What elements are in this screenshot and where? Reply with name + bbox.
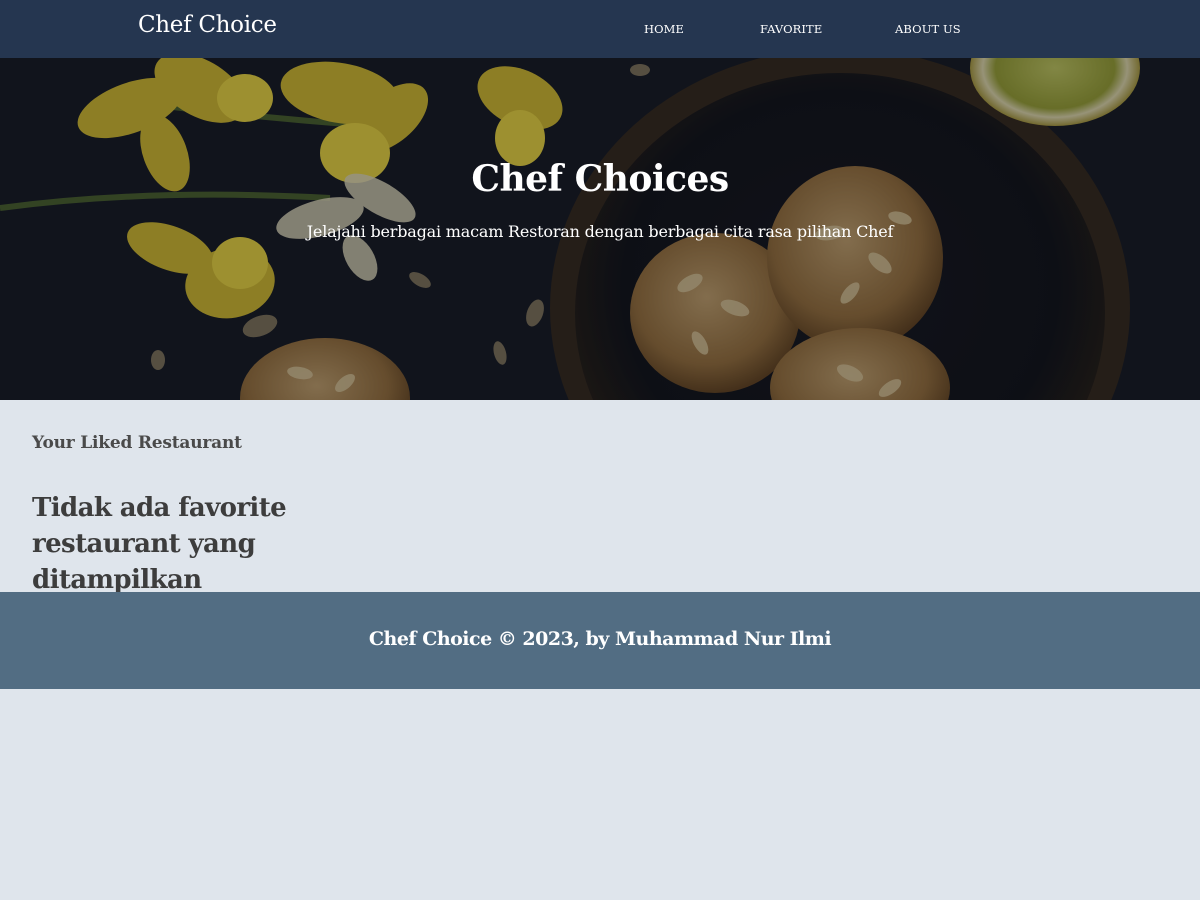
brand-logo-link[interactable]: Chef Choice	[138, 12, 277, 38]
nav-link-home[interactable]: HOME	[644, 22, 684, 36]
hero-banner: Chef Choices Jelajahi berbagai macam Res…	[0, 58, 1200, 400]
footer: Chef Choice © 2023, by Muhammad Nur Ilmi	[0, 592, 1200, 689]
navbar: Chef Choice HOME FAVORITE ABOUT US	[0, 0, 1200, 58]
footer-copyright: Chef Choice © 2023, by Muhammad Nur Ilmi	[368, 628, 832, 650]
hero-subtitle: Jelajahi berbagai macam Restoran dengan …	[306, 222, 894, 241]
nav-link-about-us[interactable]: ABOUT US	[895, 22, 961, 36]
empty-favorites-message: Tidak ada favorite restaurant yang ditam…	[32, 493, 287, 595]
hero-title: Chef Choices	[471, 158, 729, 200]
section-heading-liked-restaurant: Your Liked Restaurant	[32, 433, 242, 453]
nav-link-favorite[interactable]: FAVORITE	[760, 22, 822, 36]
